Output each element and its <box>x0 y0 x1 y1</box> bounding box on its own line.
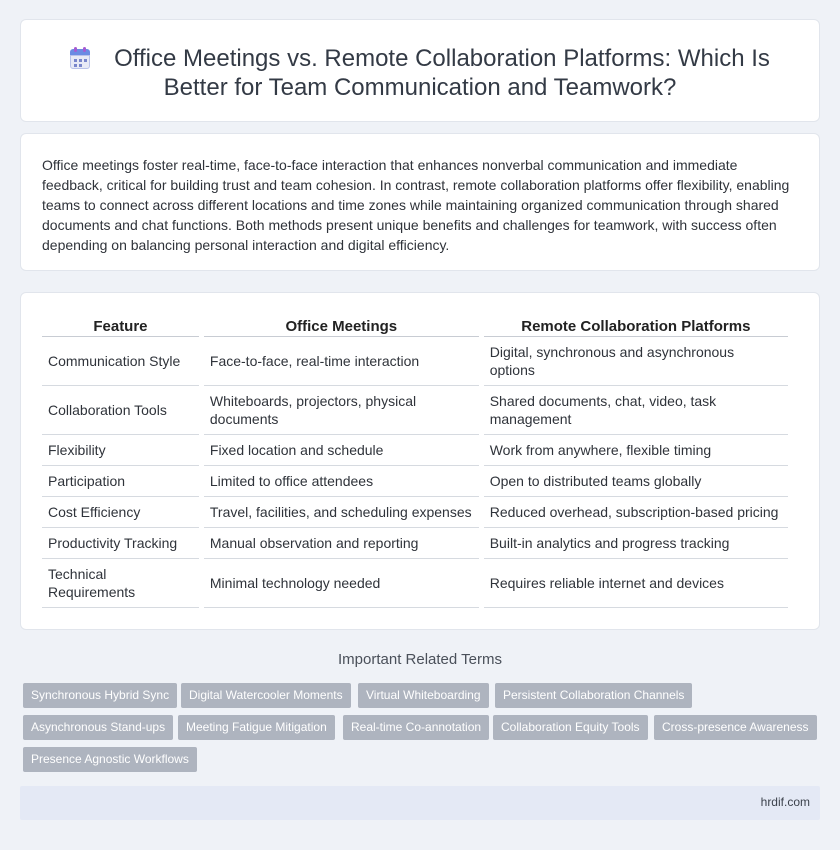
table-cell: Technical Requirements <box>42 559 199 608</box>
footer: hrdif.com <box>20 786 820 820</box>
related-term-tag[interactable]: Virtual Whiteboarding <box>358 683 489 708</box>
table-row: Technical Requirements Minimal technolog… <box>42 559 788 608</box>
header-feature: Feature <box>42 317 199 337</box>
table-cell: Productivity Tracking <box>42 528 199 559</box>
table-cell: Communication Style <box>42 337 199 386</box>
table-cell: Built-in analytics and progress tracking <box>483 528 788 559</box>
table-cell: Digital, synchronous and asynchronous op… <box>483 337 788 386</box>
table-row: Cost Efficiency Travel, facilities, and … <box>42 497 788 528</box>
table-cell: Manual observation and reporting <box>203 528 479 559</box>
header-office-meetings: Office Meetings <box>203 317 479 337</box>
intro-card: Office meetings foster real-time, face-t… <box>20 133 820 271</box>
related-term-tag[interactable]: Real-time Co-annotation <box>343 715 490 740</box>
related-term-tag[interactable]: Digital Watercooler Moments <box>181 683 351 708</box>
related-term-tag[interactable]: Presence Agnostic Workflows <box>23 747 197 772</box>
related-term-tag[interactable]: Cross-presence Awareness <box>654 715 817 740</box>
related-term-tag[interactable]: Synchronous Hybrid Sync <box>23 683 178 708</box>
page-title: Office Meetings vs. Remote Collaboration… <box>21 44 819 102</box>
table-cell: Collaboration Tools <box>42 386 199 435</box>
table-cell: Whiteboards, projectors, physical docume… <box>203 386 479 435</box>
related-term-tag[interactable]: Asynchronous Stand-ups <box>23 715 174 740</box>
related-term-tag[interactable]: Collaboration Equity Tools <box>493 715 648 740</box>
footer-site-link[interactable]: hrdif.com <box>761 795 810 809</box>
table-cell: Shared documents, chat, video, task mana… <box>483 386 788 435</box>
table-cell: Minimal technology needed <box>203 559 479 608</box>
table-cell: Flexibility <box>42 435 199 466</box>
related-term-tag[interactable]: Persistent Collaboration Channels <box>495 683 693 708</box>
title-card: Office Meetings vs. Remote Collaboration… <box>20 19 820 122</box>
header-remote-platforms: Remote Collaboration Platforms <box>483 317 788 337</box>
table-cell: Fixed location and schedule <box>203 435 479 466</box>
table-row: Productivity Tracking Manual observation… <box>42 528 788 559</box>
comparison-table: Feature Office Meetings Remote Collabora… <box>37 317 793 608</box>
table-row: Communication Style Face-to-face, real-t… <box>42 337 788 386</box>
table-cell: Reduced overhead, subscription-based pri… <box>483 497 788 528</box>
table-cell: Limited to office attendees <box>203 466 479 497</box>
table-row: Flexibility Fixed location and schedule … <box>42 435 788 466</box>
table-cell: Open to distributed teams globally <box>483 466 788 497</box>
table-row: Collaboration Tools Whiteboards, project… <box>42 386 788 435</box>
table-row: Participation Limited to office attendee… <box>42 466 788 497</box>
intro-paragraph: Office meetings foster real-time, face-t… <box>42 157 790 253</box>
title-line-1: Office Meetings vs. Remote Collaboration… <box>114 45 770 72</box>
table-cell: Requires reliable internet and devices <box>483 559 788 608</box>
calendar-icon <box>70 47 91 69</box>
title-line-2: Better for Team Communication and Teamwo… <box>163 74 677 101</box>
related-terms-title: Important Related Terms <box>338 651 502 668</box>
table-cell: Cost Efficiency <box>42 497 199 528</box>
comparison-card: Feature Office Meetings Remote Collabora… <box>20 292 820 630</box>
table-cell: Travel, facilities, and scheduling expen… <box>203 497 479 528</box>
table-cell: Face-to-face, real-time interaction <box>203 337 479 386</box>
table-cell: Work from anywhere, flexible timing <box>483 435 788 466</box>
table-cell: Participation <box>42 466 199 497</box>
related-term-tag[interactable]: Meeting Fatigue Mitigation <box>178 715 335 740</box>
